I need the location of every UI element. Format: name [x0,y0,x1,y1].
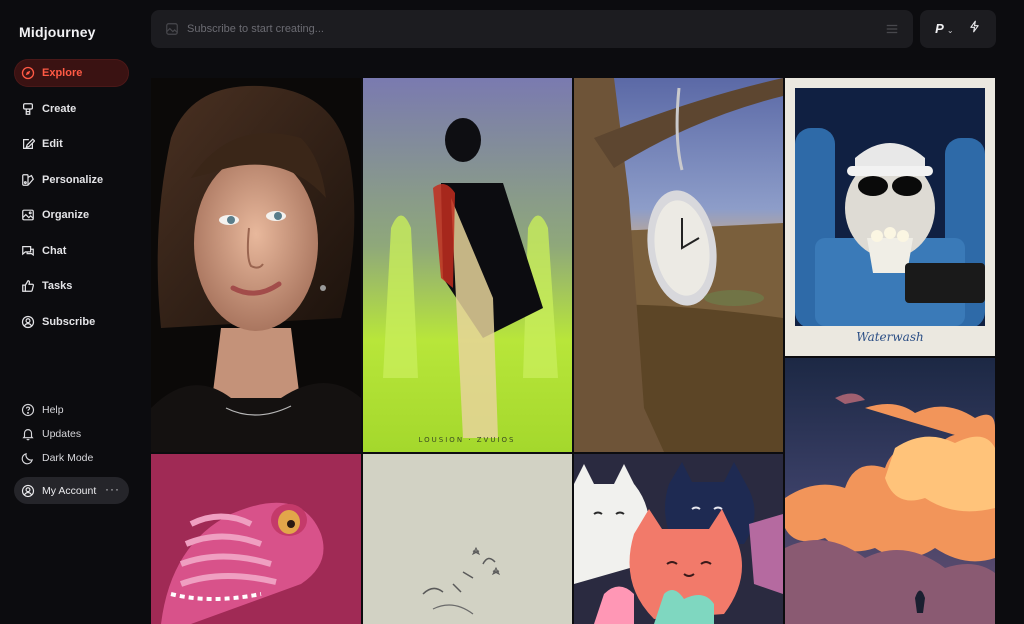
sunset-clouds-art [785,358,995,624]
felt-cats-art [574,454,783,624]
nav-item-explore[interactable]: Explore [14,59,129,87]
gallery-image-portrait[interactable] [151,78,361,452]
gallery-image-clouds[interactable] [785,358,995,624]
prompt-bar[interactable]: Subscribe to start creating... [151,10,913,48]
palette-icon [21,173,35,187]
silhouette-art: LOUSION · ZVUIOS [363,78,572,452]
nav-label: Personalize [42,173,104,186]
cat-theater-art [795,88,985,326]
gallery-image-dinosaur[interactable] [151,454,361,624]
nav-item-edit[interactable]: Edit [14,130,129,158]
dark-mode-label: Dark Mode [42,451,94,464]
account-label: My Account [42,484,97,497]
secondary-nav: Help Updates Dark Mode [14,399,129,471]
updates-link[interactable]: Updates [14,423,129,444]
melting-watch-art [574,78,783,452]
chevron-down-icon: ⌄ [946,26,954,35]
brush-icon [21,102,35,116]
chat-icon [21,244,35,258]
edit-icon [21,137,35,151]
compass-icon [21,66,35,80]
explore-gallery: LOUSION · ZVUIOS Waterwash [151,78,996,624]
nav-label: Edit [42,138,63,150]
nav-item-personalize[interactable]: Personalize [14,166,129,194]
dark-mode-toggle[interactable]: Dark Mode [14,447,129,468]
user-circle-icon [21,315,35,329]
main-nav: Explore Create Edit Personalize Organize [14,59,129,343]
nav-label: Create [42,102,77,115]
nav-item-create[interactable]: Create [14,95,129,123]
bell-icon [21,427,35,441]
gallery-image-cat-polaroid[interactable]: Waterwash [785,78,995,356]
app-logo[interactable]: Midjourney [19,24,96,40]
thumbs-up-icon [21,279,35,293]
nav-label: Explore [42,67,83,79]
nav-item-chat[interactable]: Chat [14,237,129,265]
nav-label: Tasks [42,280,73,292]
gallery-image-felt-cats[interactable] [574,454,783,624]
portrait-woman-art [151,78,361,452]
account-icon [21,484,35,498]
gallery-icon [21,208,35,222]
updates-label: Updates [42,427,82,440]
silhouette-caption: LOUSION · ZVUIOS [419,436,516,444]
my-account-button[interactable]: My Account ··· [14,477,129,504]
nav-label: Subscribe [42,315,96,328]
gallery-image-sketch[interactable] [363,454,572,624]
help-icon [21,403,35,417]
moon-icon [21,451,35,465]
nav-item-tasks[interactable]: Tasks [14,272,129,300]
nav-label: Chat [42,244,67,257]
gallery-image-silhouette[interactable]: LOUSION · ZVUIOS [363,78,572,452]
image-upload-icon[interactable] [165,22,179,36]
nav-item-organize[interactable]: Organize [14,201,129,229]
nav-item-subscribe[interactable]: Subscribe [14,308,129,336]
minimal-sketch-art [363,454,572,624]
gallery-image-watch[interactable] [574,78,783,452]
prompt-tools: P ⌄ [920,10,996,48]
personalization-toggle[interactable]: P ⌄ [935,20,953,38]
polaroid-caption: Waterwash [856,330,924,344]
help-link[interactable]: Help [14,399,129,420]
help-label: Help [42,403,64,416]
nav-label: Organize [42,209,90,221]
speed-mode-icon[interactable] [968,20,981,38]
prompt-placeholder[interactable]: Subscribe to start creating... [187,23,885,35]
more-options-icon[interactable]: ··· [105,482,120,496]
personalization-label: P [935,21,944,36]
knit-dinosaur-art [151,454,361,624]
settings-sliders-icon[interactable] [885,22,899,36]
polaroid-photo [795,88,985,326]
sidebar: Midjourney Explore Create Edit Personali… [0,0,140,624]
